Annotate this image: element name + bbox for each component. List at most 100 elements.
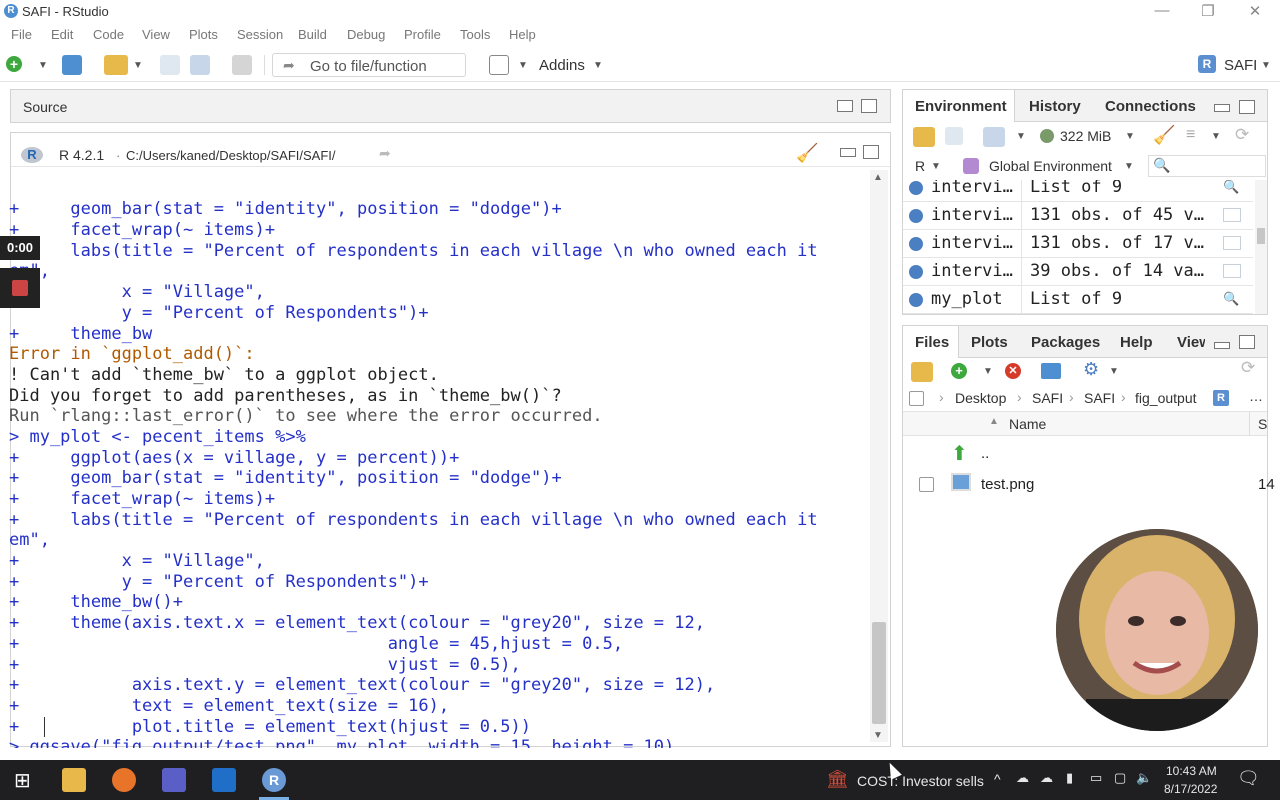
table-icon[interactable] (1223, 208, 1241, 222)
tab-viewer[interactable]: Viewer (1177, 334, 1205, 351)
chevron-down-icon[interactable]: ▼ (518, 60, 528, 71)
table-icon[interactable] (1223, 264, 1241, 278)
more-icon[interactable]: … (1249, 388, 1263, 404)
column-name[interactable]: Name (1009, 416, 1046, 432)
environment-row[interactable]: intervi… 131 obs. of 17 v… (903, 230, 1253, 261)
project-icon[interactable]: R (1198, 55, 1216, 73)
expand-icon[interactable] (909, 237, 923, 251)
scroll-down-icon[interactable]: ▼ (873, 730, 883, 741)
save-all-icon[interactable] (190, 55, 210, 75)
tab-plots[interactable]: Plots (971, 334, 1008, 351)
environment-row[interactable]: intervi… 39 obs. of 14 va… (903, 258, 1253, 289)
chevron-down-icon[interactable]: ▼ (133, 60, 143, 71)
restore-icon[interactable]: ❐ (1198, 2, 1218, 20)
file-name[interactable]: test.png (981, 476, 1034, 493)
scrollbar-thumb[interactable] (872, 622, 886, 724)
minimize-pane-icon[interactable] (1214, 342, 1230, 349)
microphone-icon[interactable]: ▮ (1066, 770, 1073, 786)
search-icon[interactable]: 🔍 (1223, 292, 1241, 307)
chevron-down-icon[interactable]: ▼ (38, 60, 48, 71)
sort-ascending-icon[interactable]: ▲ (989, 416, 999, 427)
import-dataset-icon[interactable] (983, 127, 1005, 147)
teams-icon[interactable] (162, 768, 186, 792)
environment-search-input[interactable]: 🔍 (1148, 155, 1266, 177)
scroll-up-icon[interactable]: ▲ (873, 172, 883, 183)
load-workspace-icon[interactable] (913, 127, 935, 147)
select-all-checkbox[interactable] (909, 391, 924, 406)
broom-icon[interactable]: 🧹 (1153, 125, 1175, 146)
rename-icon[interactable] (1041, 363, 1061, 379)
clock-date[interactable]: 8/17/2022 (1164, 782, 1217, 796)
open-folder-icon[interactable] (104, 55, 128, 75)
column-size[interactable]: S (1258, 416, 1267, 432)
memory-usage[interactable]: 322 MiB (1060, 128, 1111, 144)
refresh-icon[interactable]: ⟳ (1235, 125, 1249, 145)
minimize-pane-icon[interactable] (1214, 104, 1230, 112)
maximize-pane-icon[interactable] (861, 99, 877, 113)
menu-help[interactable]: Help (509, 27, 536, 42)
environment-row[interactable]: intervi… List of 9 🔍 (903, 180, 1253, 205)
notifications-icon[interactable]: 🗨 (1237, 768, 1260, 789)
search-icon[interactable]: 🔍 (1223, 180, 1241, 195)
chevron-down-icon[interactable]: ▼ (983, 366, 993, 377)
news-ticker[interactable]: COST: Investor sells (857, 773, 984, 789)
table-icon[interactable] (1223, 236, 1241, 250)
maximize-pane-icon[interactable] (1239, 335, 1255, 349)
project-menu[interactable]: SAFI (1224, 57, 1257, 74)
chevron-down-icon[interactable]: ▼ (1124, 161, 1134, 172)
chevron-down-icon[interactable]: ▼ (1109, 366, 1119, 377)
chevron-down-icon[interactable]: ▼ (1211, 131, 1221, 142)
chevron-down-icon[interactable]: ▼ (931, 161, 941, 172)
expand-icon[interactable] (909, 293, 923, 307)
file-row-parent[interactable]: ⬆ .. (903, 440, 1267, 470)
addins-menu[interactable]: Addins (539, 57, 585, 74)
file-name[interactable]: .. (981, 445, 989, 462)
chevron-down-icon[interactable]: ▼ (1016, 131, 1026, 142)
grid-layout-icon[interactable] (489, 55, 509, 75)
environment-scrollbar[interactable] (1255, 180, 1267, 314)
new-file-icon[interactable]: + (6, 56, 22, 72)
chevron-down-icon[interactable]: ▼ (1125, 131, 1135, 142)
chevron-down-icon[interactable]: ▼ (593, 60, 603, 71)
environment-row[interactable]: my_plot List of 9 🔍 (903, 286, 1253, 314)
battery-icon[interactable]: ▭ (1090, 770, 1102, 786)
menu-view[interactable]: View (142, 27, 170, 42)
outlook-icon[interactable] (212, 768, 236, 792)
firefox-icon[interactable] (112, 768, 136, 792)
chevron-up-icon[interactable]: ^ (994, 771, 1001, 787)
minimize-pane-icon[interactable] (837, 100, 853, 112)
menu-tools[interactable]: Tools (460, 27, 490, 42)
new-project-icon[interactable] (62, 55, 82, 75)
scope-select[interactable]: Global Environment (989, 158, 1112, 174)
goto-file-function-input[interactable]: ➦ Go to file/function (272, 53, 466, 77)
refresh-icon[interactable]: ⟳ (1241, 358, 1255, 378)
tab-history[interactable]: History (1029, 98, 1081, 115)
menu-build[interactable]: Build (298, 27, 327, 42)
breadcrumb-item[interactable]: SAFI (1084, 390, 1115, 406)
stop-recording-button[interactable] (0, 268, 40, 308)
breadcrumb-item[interactable]: fig_output (1135, 390, 1197, 406)
new-blank-file-icon[interactable]: + (951, 363, 967, 379)
project-icon[interactable]: R (1213, 390, 1229, 406)
chevron-down-icon[interactable]: ▼ (1261, 60, 1271, 71)
maximize-pane-icon[interactable] (1239, 100, 1255, 114)
menu-code[interactable]: Code (93, 27, 124, 42)
windows-start-icon[interactable]: ⊞ (14, 768, 31, 793)
file-explorer-icon[interactable] (62, 768, 86, 792)
breadcrumb-item[interactable]: SAFI (1032, 390, 1063, 406)
menu-profile[interactable]: Profile (404, 27, 441, 42)
clock-time[interactable]: 10:43 AM (1166, 764, 1217, 778)
minimize-icon[interactable]: — (1152, 2, 1172, 19)
onedrive-icon[interactable]: ☁ (1016, 770, 1029, 786)
console-output[interactable]: + geom_bar(stat = "identity", position =… (9, 158, 869, 748)
tab-files[interactable]: Files (915, 334, 949, 351)
environment-row[interactable]: intervi… 131 obs. of 45 v… (903, 202, 1253, 233)
source-pane-header[interactable]: Source (10, 89, 891, 123)
save-icon[interactable] (160, 55, 180, 75)
print-icon[interactable] (232, 55, 252, 75)
close-icon[interactable]: ✕ (1245, 2, 1265, 20)
rstudio-taskbar-icon[interactable]: R (262, 768, 286, 792)
delete-icon[interactable]: ✕ (1005, 363, 1021, 379)
minimize-pane-icon[interactable] (840, 148, 856, 157)
gear-icon[interactable]: ⚙ (1083, 359, 1099, 380)
